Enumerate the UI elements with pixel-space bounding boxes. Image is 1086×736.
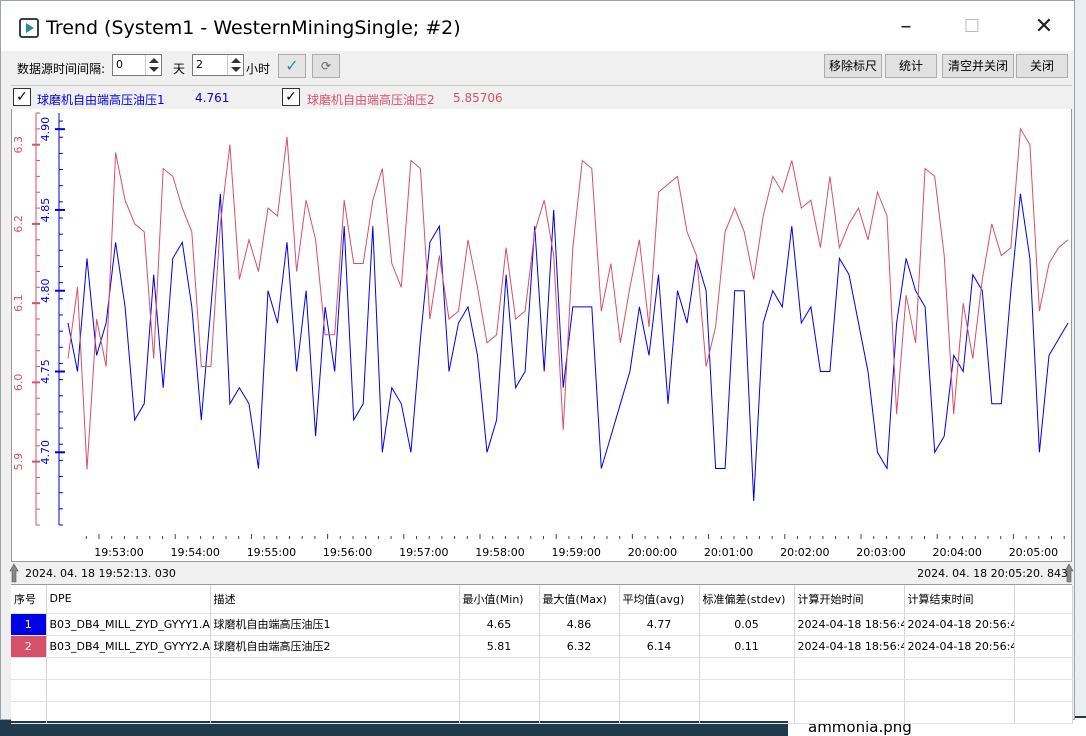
table-cell: 2024-04-18 18:56:44 — [794, 635, 905, 658]
series1-value: 4.761 — [195, 91, 230, 105]
column-header[interactable]: 平均值(avg) — [619, 585, 700, 614]
table-cell: 球磨机自由端高压油压1 — [210, 613, 460, 636]
scroll-left-handle-icon[interactable] — [9, 563, 19, 583]
interval-label: 数据源时间间隔: — [17, 62, 106, 76]
x-tick-label: 19:56:00 — [323, 546, 372, 559]
red-y-tick-label: 6.0 — [12, 374, 25, 392]
hours-value: 2 — [196, 58, 203, 71]
hours-spin-arrows[interactable] — [227, 55, 243, 75]
table-cell: 4.77 — [619, 613, 700, 636]
x-tick-label: 20:02:00 — [780, 546, 829, 559]
close-window-button[interactable]: ✕ — [1021, 11, 1067, 43]
close-button[interactable]: 关闭 — [1016, 54, 1068, 78]
column-header[interactable]: 最大值(Max) — [539, 585, 620, 614]
table-cell: 球磨机自由端高压油压2 — [210, 635, 460, 658]
table-cell: 5.81 — [459, 635, 540, 658]
empty-table-row — [11, 701, 1073, 724]
column-header[interactable]: DPE — [46, 585, 211, 614]
series2-value: 5.85706 — [453, 91, 503, 105]
empty-table-row — [11, 679, 1073, 702]
series-color-cell: 1 — [11, 613, 47, 636]
series1-checkbox[interactable]: ✓ — [13, 88, 31, 106]
blue-y-tick-label: 4.75 — [39, 359, 52, 384]
table-row[interactable]: 2 B03_DB4_MILL_ZYD_GYYY2.Al... 球磨机自由端高压油压2… — [11, 635, 1073, 658]
red-y-tick-label: 5.9 — [12, 453, 25, 471]
table-cell: 4.86 — [539, 613, 620, 636]
trend-app-icon — [19, 18, 39, 38]
series2-label: 球磨机自由端高压油压2 — [307, 93, 435, 107]
x-tick-label: 19:53:00 — [94, 546, 143, 559]
table-cell: 4.65 — [459, 613, 540, 636]
x-tick-label: 19:55:00 — [247, 546, 296, 559]
table-cell: 6.14 — [619, 635, 700, 658]
column-header[interactable]: 描述 — [210, 585, 460, 614]
title-bar[interactable]: Trend (System1 - WesternMiningSingle; #2… — [1, 1, 1074, 51]
table-cell — [1014, 635, 1073, 658]
series1-label: 球磨机自由端高压油压1 — [37, 93, 165, 107]
statistics-table: 序号 DPE 描述 最小值(Min) 最大值(Max) 平均值(avg) 标准偏差(stde… — [11, 585, 1073, 724]
toolbar: 数据源时间间隔: 0 天 2 小时 ✓ ⟳ 移除标尺 统计 清空并关闭 关闭 — [1, 51, 1074, 85]
legend-bar: ✓ 球磨机自由端高压油压1 4.761 ✓ 球磨机自由端高压油压2 5.8570… — [11, 85, 1072, 109]
x-tick-label: 19:59:00 — [551, 546, 600, 559]
refresh-settings-button[interactable]: ⟳ — [312, 54, 340, 78]
table-cell: B03_DB4_MILL_ZYD_GYYY1.Al... — [46, 613, 211, 636]
days-spin-arrows[interactable] — [145, 55, 161, 75]
remove-marker-button[interactable]: 移除标尺 — [824, 54, 882, 78]
hours-spinbox[interactable]: 2 — [192, 54, 244, 76]
x-tick-label: 20:00:00 — [628, 546, 677, 559]
trend-window: Trend (System1 - WesternMiningSingle; #2… — [0, 0, 1075, 724]
days-unit-label: 天 — [173, 62, 186, 76]
column-header-filler — [1014, 585, 1073, 614]
blue-y-tick-label: 4.70 — [39, 440, 52, 465]
trend-chart[interactable]: 5.9 6.0 6.1 6.2 6.3 4.70 4.75 4.80 4.85 4.90 19:53… — [12, 109, 1071, 561]
column-header[interactable]: 最小值(Min) — [459, 585, 540, 614]
blue-y-tick-label: 4.85 — [39, 198, 52, 223]
table-cell — [1014, 613, 1073, 636]
table-cell: 0.05 — [699, 613, 795, 636]
red-y-tick-label: 6.1 — [12, 294, 25, 312]
series2-checkbox[interactable]: ✓ — [282, 88, 300, 106]
blue-y-tick-label: 4.80 — [39, 278, 52, 303]
table-row[interactable]: 1 B03_DB4_MILL_ZYD_GYYY1.Al... 球磨机自由端高压油压1… — [11, 613, 1073, 636]
series-color-cell: 2 — [11, 635, 47, 658]
column-header[interactable]: 序号 — [11, 585, 47, 614]
maximize-button[interactable]: ☐ — [949, 11, 995, 43]
table-cell: 6.32 — [539, 635, 620, 658]
column-header[interactable]: 标准偏差(stdev) — [699, 585, 795, 614]
table-cell: 2024-04-18 20:56:44 — [904, 635, 1015, 658]
x-tick-label: 19:54:00 — [170, 546, 219, 559]
time-range-bar: 2024. 04. 18 19:52:13. 030 2024. 04. 18 … — [9, 561, 1074, 585]
series-line-2 — [67, 127, 1069, 470]
table-cell: 2024-04-18 20:56:44 — [904, 613, 1015, 636]
x-tick-label: 19:58:00 — [475, 546, 524, 559]
minimize-button[interactable]: – — [883, 11, 929, 43]
table-header-row: 序号 DPE 描述 最小值(Min) 最大值(Max) 平均值(avg) 标准偏差(stde… — [11, 585, 1073, 614]
column-header[interactable]: 计算开始时间 — [794, 585, 905, 614]
x-tick-label: 19:57:00 — [399, 546, 448, 559]
hours-unit-label: 小时 — [246, 62, 271, 76]
window-title: Trend (System1 - WesternMiningSingle; #2… — [46, 17, 461, 39]
x-tick-label: 20:01:00 — [704, 546, 753, 559]
blue-y-tick-label: 4.90 — [39, 117, 52, 142]
red-y-tick-label: 6.2 — [12, 215, 25, 233]
table-cell: 0.11 — [699, 635, 795, 658]
trend-plot-area[interactable]: 5.9 6.0 6.1 6.2 6.3 4.70 4.75 4.80 4.85 4.90 19:53… — [11, 109, 1072, 561]
x-tick-label: 20:04:00 — [932, 546, 981, 559]
days-value: 0 — [116, 58, 123, 71]
red-y-tick-label: 6.3 — [12, 136, 25, 154]
apply-check-button[interactable]: ✓ — [278, 54, 306, 78]
time-range-start: 2024. 04. 18 19:52:13. 030 — [25, 567, 176, 580]
x-tick-label: 20:05:00 — [1009, 546, 1058, 559]
empty-table-row — [11, 657, 1073, 680]
table-cell: B03_DB4_MILL_ZYD_GYYY2.Al... — [46, 635, 211, 658]
clear-and-close-button[interactable]: 清空并关闭 — [942, 54, 1014, 78]
table-cell: 2024-04-18 18:56:44 — [794, 613, 905, 636]
x-tick-label: 20:03:00 — [856, 546, 905, 559]
statistics-button[interactable]: 统计 — [885, 54, 937, 78]
column-header[interactable]: 计算结束时间 — [904, 585, 1015, 614]
days-spinbox[interactable]: 0 — [112, 54, 162, 76]
scroll-right-handle-icon[interactable] — [1064, 563, 1074, 583]
time-range-end: 2024. 04. 18 20:05:20. 843 — [917, 567, 1068, 580]
